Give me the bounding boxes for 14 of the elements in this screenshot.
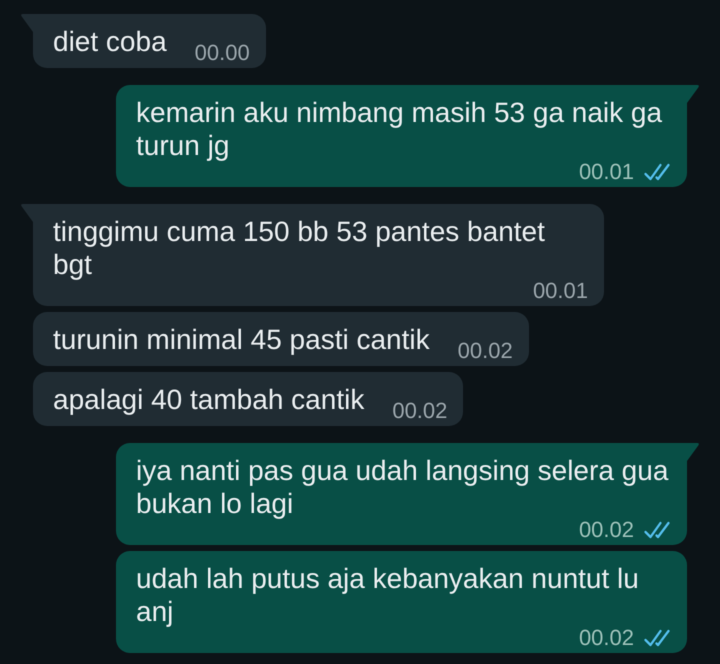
message-text: apalagi 40 tambah cantik — [53, 383, 364, 416]
message-time: 00.01 — [532, 283, 588, 299]
message-time: 00.02 — [578, 630, 634, 646]
message-time: 00.02 — [578, 522, 634, 538]
message-time: 00.02 — [458, 343, 513, 359]
message-text: diet coba — [53, 25, 167, 58]
message-text: tinggimu cuma 150 bb 53 pantes bantet bgt — [53, 215, 546, 281]
message-time: 00.02 — [392, 403, 448, 419]
message-text: turunin minimal 45 pasti cantik — [53, 323, 430, 356]
message-text: kemarin aku nimbang masih 53 ga naik ga turun jg — [136, 96, 664, 162]
message-text: iya nanti pas gua udah langsing selera gua bukan lo lagi — [136, 454, 670, 520]
message-time: 00.00 — [194, 45, 250, 61]
message-time: 00.01 — [578, 164, 634, 180]
message-text: udah lah putus aja kebanyakan nuntut lu anj — [136, 562, 640, 628]
